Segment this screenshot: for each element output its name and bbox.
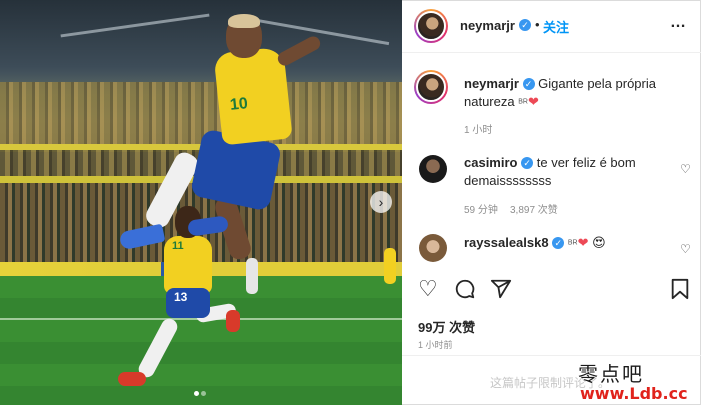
author-avatar[interactable] bbox=[414, 9, 448, 43]
caption-avatar[interactable] bbox=[414, 70, 448, 104]
like-count[interactable]: 99万 次赞 bbox=[418, 317, 475, 336]
flag-br-icon: BR bbox=[567, 239, 578, 247]
author-username[interactable]: neymarjr bbox=[460, 18, 515, 33]
jersey-number: 11 bbox=[172, 240, 184, 252]
separator-dot: • bbox=[535, 17, 540, 32]
caption-username[interactable]: neymarjr bbox=[464, 76, 519, 91]
heart-eyes-emoji-icon: 😍 bbox=[592, 235, 606, 250]
watermark-title: 零点吧 bbox=[578, 362, 644, 386]
background-player bbox=[384, 248, 396, 284]
bookmark-icon[interactable] bbox=[670, 278, 690, 304]
comment-bubble-icon[interactable] bbox=[454, 278, 476, 304]
player-shorts bbox=[166, 288, 210, 318]
caption-time: 1 小时 bbox=[464, 125, 493, 136]
post-time[interactable]: 1 小时前 bbox=[418, 338, 453, 351]
verified-badge-icon: ✓ bbox=[552, 237, 565, 249]
post-photo[interactable]: 11 13 10 › bbox=[0, 0, 402, 405]
carousel-dot-active bbox=[194, 391, 199, 396]
background-player bbox=[246, 258, 258, 294]
carousel-indicator bbox=[193, 383, 207, 401]
shorts-number: 13 bbox=[174, 290, 188, 304]
player-boot bbox=[118, 372, 146, 386]
next-photo-button[interactable]: › bbox=[370, 191, 392, 213]
flag-br-icon: BR bbox=[518, 98, 528, 106]
comment: casimiro ✓ te ver feliz é bom demaisssss… bbox=[464, 154, 664, 190]
verified-badge-icon: ✓ bbox=[522, 78, 535, 90]
paper-plane-icon[interactable] bbox=[490, 278, 512, 304]
caption: neymarjr ✓ Gigante pela própria natureza… bbox=[464, 75, 684, 112]
jersey-number: 10 bbox=[229, 95, 249, 114]
comment-username[interactable]: casimiro bbox=[464, 155, 517, 170]
verified-badge-icon: ✓ bbox=[521, 157, 534, 169]
comment-username[interactable]: rayssalealsk8 bbox=[464, 235, 549, 250]
comment-like-icon[interactable]: ♡ bbox=[680, 242, 691, 256]
post-header: neymarjr ✓ • 关注 … bbox=[402, 0, 701, 53]
red-heart-icon: ❤ bbox=[577, 235, 589, 250]
more-options-icon[interactable]: … bbox=[670, 14, 687, 32]
carousel-dot bbox=[201, 391, 206, 396]
comment-like-icon[interactable]: ♡ bbox=[680, 162, 691, 176]
comment-likes[interactable]: 3,897 次赞 bbox=[510, 201, 558, 216]
post-side-panel: neymarjr ✓ • 关注 … neymarjr ✓ Gigante pel… bbox=[402, 0, 701, 405]
red-heart-icon: ❤ bbox=[527, 94, 539, 109]
player-boot bbox=[226, 310, 240, 332]
watermark-url: www.Ldb.cc bbox=[580, 384, 688, 403]
comment-time: 59 分钟 bbox=[464, 205, 498, 216]
comment: rayssalealsk8 ✓ BR❤ 😍 bbox=[464, 234, 664, 253]
heart-outline-icon[interactable]: ♡ bbox=[418, 278, 438, 300]
commenter-avatar[interactable] bbox=[419, 234, 447, 262]
commenter-avatar[interactable] bbox=[419, 155, 447, 183]
follow-button[interactable]: 关注 bbox=[543, 17, 569, 36]
stadium-stand bbox=[0, 82, 402, 144]
chevron-right-icon: › bbox=[378, 194, 384, 210]
verified-badge-icon: ✓ bbox=[519, 19, 531, 31]
player-hair bbox=[228, 14, 260, 28]
